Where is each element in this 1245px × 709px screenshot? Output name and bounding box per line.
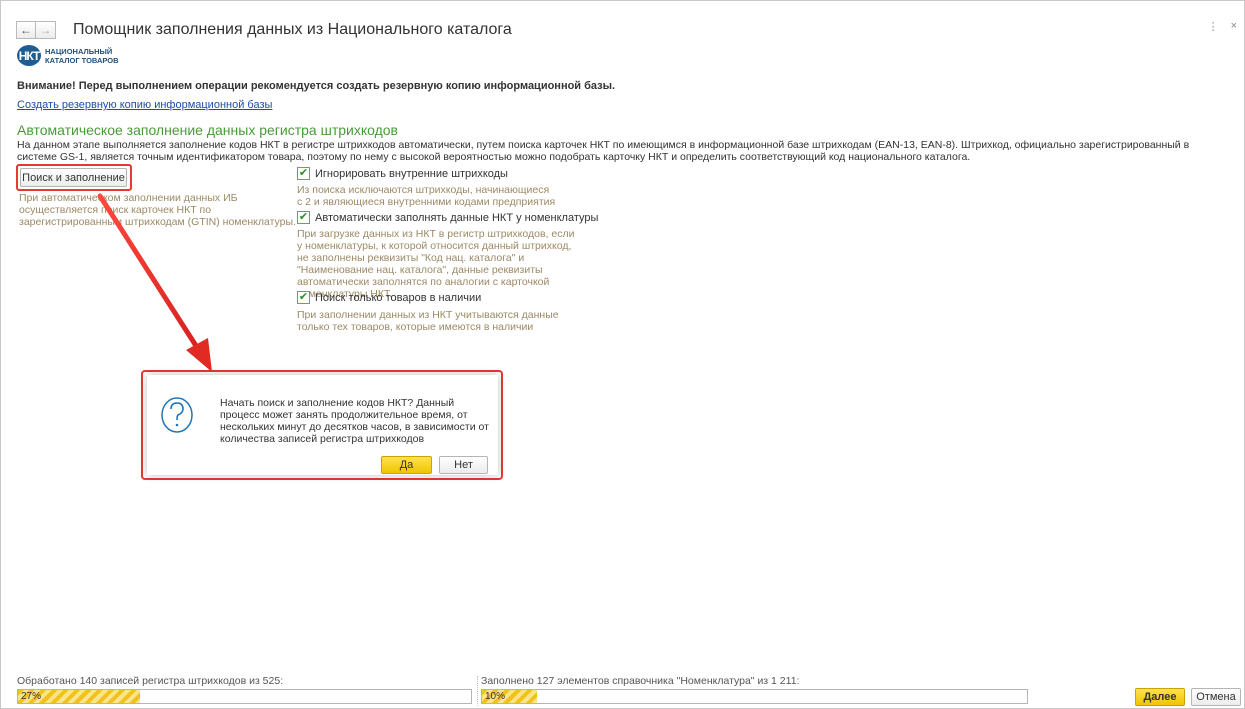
items-progress-text: 10% <box>485 691 506 702</box>
section-description: На данном этапе выполняется заполнение к… <box>17 139 1190 163</box>
title-bar: ← → Помощник заполнения данных из Национ… <box>16 20 512 40</box>
dialog-yes-button[interactable]: Да <box>381 456 432 474</box>
barcodes-progress-label: Обработано 140 записей регистра штрихкод… <box>17 675 284 687</box>
option-in-stock-only[interactable]: ✔ Поиск только товаров в наличии <box>297 291 481 304</box>
search-and-fill-button[interactable]: Поиск и заполнение <box>20 168 127 187</box>
option-in-stock-only-hint: При заполнении данных из НКТ учитываются… <box>297 309 559 333</box>
barcodes-progress-text: 27% <box>21 691 42 702</box>
option-ignore-internal-label: Игнорировать внутренние штрихкоды <box>315 167 508 180</box>
dialog-no-button[interactable]: Нет <box>439 456 488 474</box>
option-auto-fill[interactable]: ✔ Автоматически заполнять данные НКТ у н… <box>297 211 598 224</box>
arrow-right-icon: → <box>39 23 52 37</box>
nkt-logo: НКТ НАЦИОНАЛЬНЫЙ КАТАЛОГ ТОВАРОВ <box>17 45 119 66</box>
items-progress-bar: 10% <box>481 689 1028 704</box>
window-title: Помощник заполнения данных из Национальн… <box>73 21 512 38</box>
checkbox-auto-fill[interactable]: ✔ <box>297 211 310 224</box>
option-in-stock-only-label: Поиск только товаров в наличии <box>315 291 482 304</box>
option-auto-fill-hint: При загрузке данных из НКТ в регистр штр… <box>297 228 575 300</box>
more-menu-icon[interactable]: ⋮ <box>1208 20 1219 33</box>
forward-button[interactable]: → <box>36 21 56 39</box>
dialog-message: Начать поиск и заполнение кодов НКТ? Дан… <box>220 397 489 445</box>
items-progress-label: Заполнено 127 элементов справочника "Ном… <box>481 675 800 687</box>
option-auto-fill-label: Автоматически заполнять данные НКТ у ном… <box>315 211 599 224</box>
option-ignore-internal-hint: Из поиска исключаются штрихкоды, начинаю… <box>297 184 556 208</box>
option-ignore-internal[interactable]: ✔ Игнорировать внутренние штрихкоды <box>297 167 508 180</box>
cancel-button[interactable]: Отмена <box>1191 688 1241 706</box>
back-button[interactable]: ← <box>16 21 36 39</box>
close-icon[interactable]: × <box>1231 20 1237 33</box>
barcodes-progress-bar: 27% <box>17 689 472 704</box>
window-controls: ⋮ × <box>1208 20 1237 33</box>
next-button[interactable]: Далее <box>1135 688 1185 706</box>
nkt-logo-text: НАЦИОНАЛЬНЫЙ КАТАЛОГ ТОВАРОВ <box>45 47 119 65</box>
logo-line-1: НАЦИОНАЛЬНЫЙ <box>45 46 113 56</box>
question-icon <box>161 397 193 433</box>
nkt-logo-mark: НКТ <box>17 45 41 66</box>
checkbox-in-stock-only[interactable]: ✔ <box>297 291 310 304</box>
search-hint: При автоматическом заполнении данных ИБ … <box>19 192 296 228</box>
create-backup-link[interactable]: Создать резервную копию информационной б… <box>17 99 272 111</box>
section-title: Автоматическое заполнение данных регистр… <box>17 122 398 138</box>
progress-divider <box>477 676 478 706</box>
checkbox-ignore-internal[interactable]: ✔ <box>297 167 310 180</box>
backup-warning: Внимание! Перед выполнением операции рек… <box>17 80 616 92</box>
arrow-left-icon: ← <box>20 23 32 37</box>
logo-line-2: КАТАЛОГ ТОВАРОВ <box>45 55 119 65</box>
